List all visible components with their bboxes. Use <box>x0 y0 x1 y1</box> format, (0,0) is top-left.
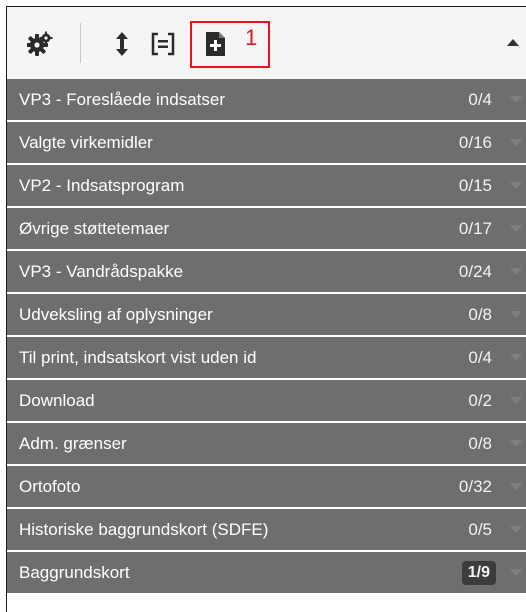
layer-group-row[interactable]: Valgte virkemidler 0/16 <box>7 122 526 163</box>
layer-count-badge: 0/8 <box>468 434 492 453</box>
layer-list: VP3 - Foreslåede indsatser 0/4 Valgte virk… <box>7 79 526 595</box>
highlight-box <box>190 21 270 68</box>
layer-group-row[interactable]: Baggrundskort 1/9 <box>7 552 526 593</box>
layer-count-badge: 0/8 <box>468 305 492 324</box>
layer-group-label: Øvrige støttetemaer <box>19 219 170 238</box>
layer-group-label: VP3 - Vandrådspakke <box>19 262 184 281</box>
layer-count-badge: 0/5 <box>468 520 492 539</box>
layer-toolbar: 1 <box>7 7 526 79</box>
highlight-number: 1 <box>245 25 258 50</box>
layer-group-label: Historiske baggrundskort (SDFE) <box>19 520 269 539</box>
layer-count-badge: 0/2 <box>468 391 492 410</box>
layer-count-badge: 0/32 <box>458 477 492 496</box>
layer-count-badge: 0/4 <box>468 90 492 109</box>
layer-count-badge: 0/16 <box>458 133 492 152</box>
chevron-down-icon[interactable] <box>510 354 522 361</box>
layer-group-label: VP3 - Foreslåede indsatser <box>19 90 225 109</box>
layer-panel: 1 VP3 - Foreslåede indsatser 0/4 Valgte vi… <box>6 6 526 612</box>
chevron-down-icon[interactable] <box>510 139 522 146</box>
chevron-down-icon[interactable] <box>510 397 522 404</box>
chevron-down-icon[interactable] <box>510 526 522 533</box>
layer-count-badge: 0/4 <box>468 348 492 367</box>
layer-group-label: Til print, indsatskort vist uden id <box>19 348 257 367</box>
layer-group-label: VP2 - Indsatsprogram <box>19 176 185 195</box>
layer-group-row[interactable]: VP3 - Foreslåede indsatser 0/4 <box>7 79 526 120</box>
chevron-down-icon[interactable] <box>510 483 522 490</box>
layer-count-badge: 0/15 <box>458 176 492 195</box>
layer-group-label: Download <box>19 391 95 410</box>
layer-group-label: Ortofoto <box>19 477 81 496</box>
layer-group-label: Udveksling af oplysninger <box>19 305 213 324</box>
layer-group-row[interactable]: Ortofoto 0/32 <box>7 466 526 507</box>
chevron-down-icon[interactable] <box>510 440 522 447</box>
chevron-down-icon[interactable] <box>510 225 522 232</box>
layer-group-row[interactable]: Til print, indsatskort vist uden id 0/4 <box>7 337 526 378</box>
layer-group-row[interactable]: VP3 - Vandrådspakke 0/24 <box>7 251 526 292</box>
toolbar-divider <box>80 23 81 63</box>
layer-group-row[interactable]: Øvrige støttetemaer 0/17 <box>7 208 526 249</box>
layer-group-label: Adm. grænser <box>19 434 127 453</box>
chevron-down-icon[interactable] <box>510 569 522 576</box>
layer-group-label: Baggrundskort <box>19 563 130 582</box>
chevron-down-icon[interactable] <box>510 182 522 189</box>
collapse-all-icon[interactable] <box>150 31 176 57</box>
layer-group-row[interactable]: VP2 - Indsatsprogram 0/15 <box>7 165 526 206</box>
chevron-down-icon[interactable] <box>510 268 522 275</box>
collapse-panel-icon[interactable] <box>507 39 519 46</box>
layer-count-badge: 1/9 <box>461 561 496 585</box>
layer-count-badge: 0/17 <box>458 219 492 238</box>
chevron-down-icon[interactable] <box>510 311 522 318</box>
chevron-down-icon[interactable] <box>510 96 522 103</box>
gear-icon[interactable] <box>27 31 53 57</box>
layer-group-row[interactable]: Download 0/2 <box>7 380 526 421</box>
layer-group-row[interactable]: Historiske baggrundskort (SDFE) 0/5 <box>7 509 526 550</box>
layer-group-label: Valgte virkemidler <box>19 133 153 152</box>
layer-group-row[interactable]: Adm. grænser 0/8 <box>7 423 526 464</box>
layer-count-badge: 0/24 <box>458 262 492 281</box>
expand-vertical-icon[interactable] <box>109 31 135 57</box>
layer-group-row[interactable]: Udveksling af oplysninger 0/8 <box>7 294 526 335</box>
